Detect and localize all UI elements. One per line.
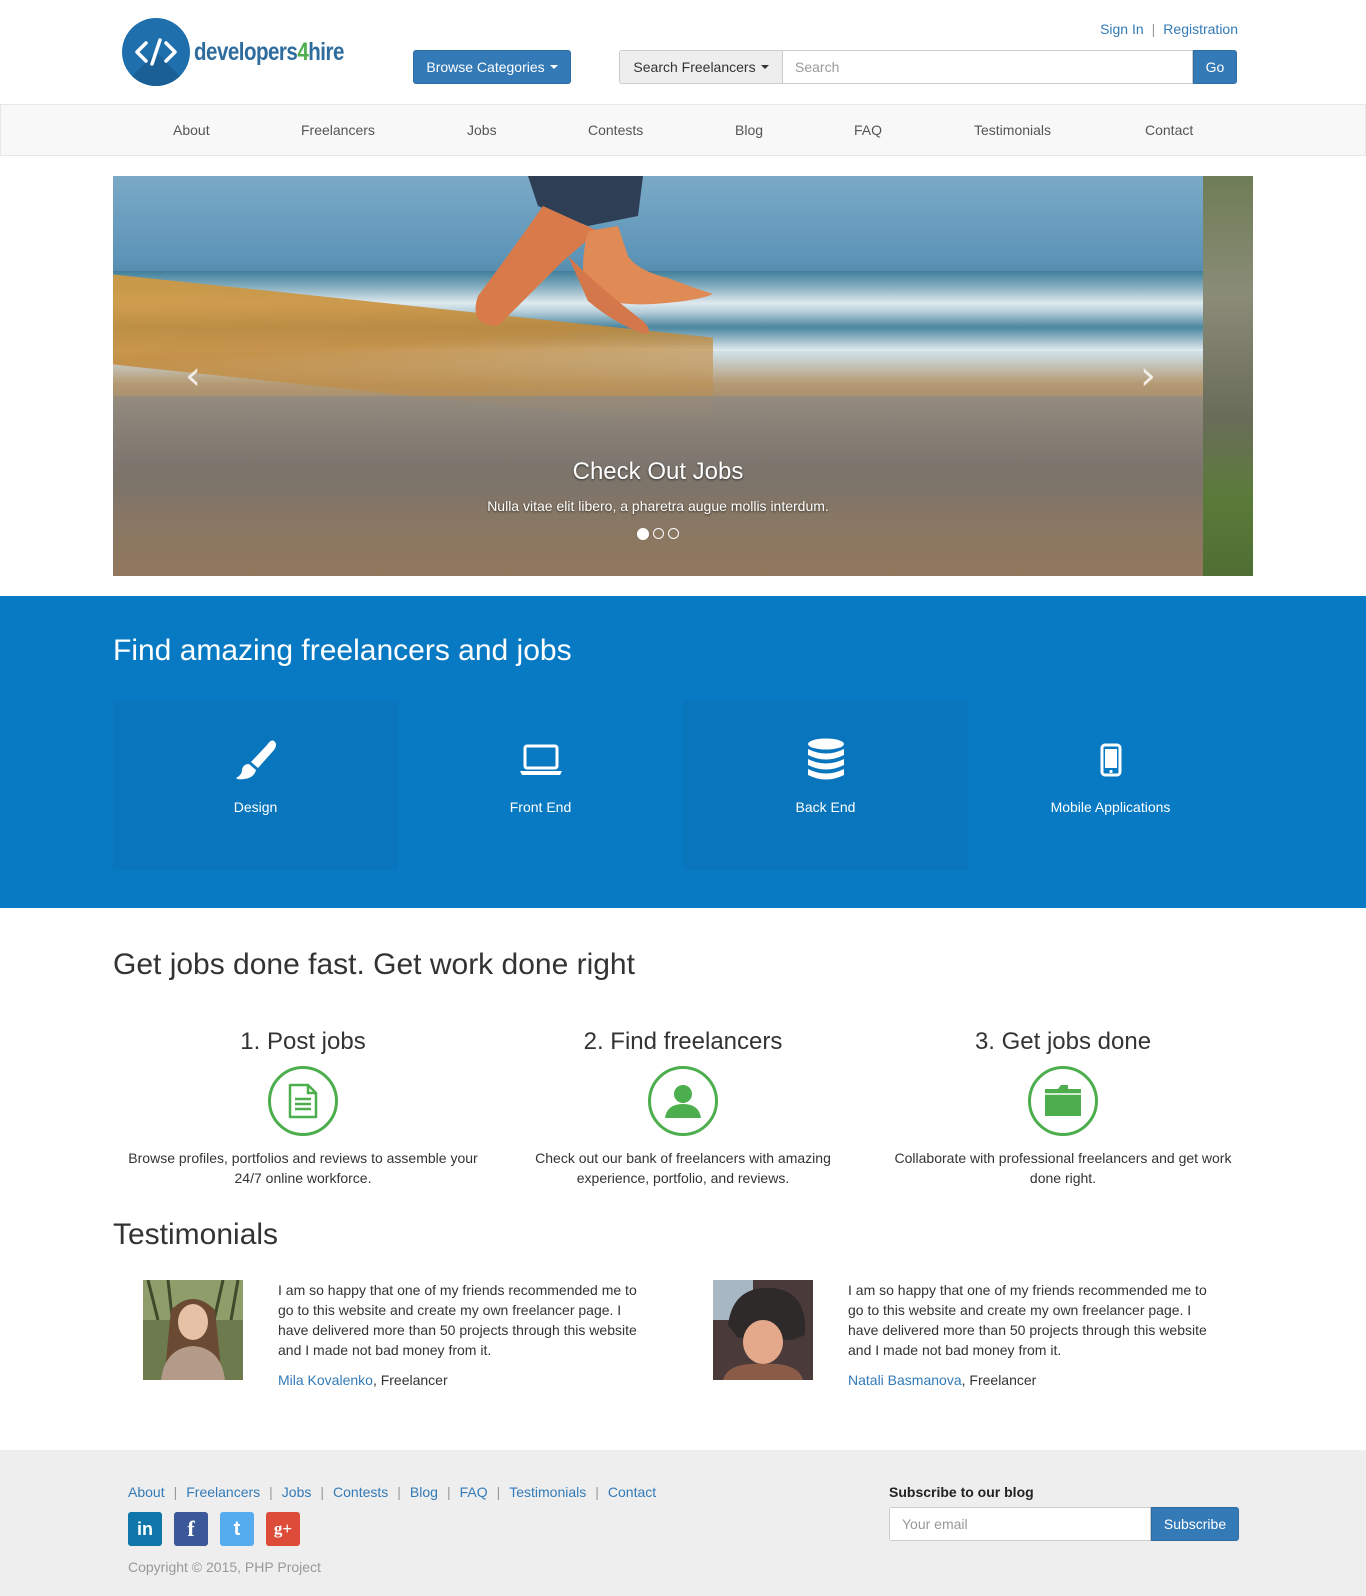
footer-link-blog[interactable]: Blog — [410, 1484, 438, 1500]
testimonial-text: I am so happy that one of my friends rec… — [848, 1282, 1207, 1358]
footer-link-jobs[interactable]: Jobs — [282, 1484, 312, 1500]
avatar — [713, 1280, 813, 1380]
nav-item-contact[interactable]: Contact — [1145, 122, 1193, 138]
footer-link-testimonials[interactable]: Testimonials — [509, 1484, 586, 1500]
search-bar: Search Freelancers Go — [619, 50, 1237, 84]
category-label: Front End — [509, 799, 572, 815]
carousel-caption-title: Check Out Jobs — [572, 458, 744, 485]
nav-item-contests[interactable]: Contests — [588, 122, 643, 138]
step-post-jobs: 1. Post jobs Browse profiles, portfolios… — [123, 1028, 483, 1188]
facebook-icon[interactable]: f — [174, 1512, 208, 1546]
nav-item-freelancers[interactable]: Freelancers — [301, 122, 375, 138]
step-text: Check out our bank of freelancers with a… — [535, 1150, 831, 1186]
sign-in-link[interactable]: Sign In — [1100, 21, 1144, 37]
user-icon — [648, 1066, 718, 1136]
copyright: Copyright © 2015, PHP Project — [128, 1559, 321, 1575]
step-text: Collaborate with professional freelancer… — [894, 1150, 1232, 1186]
nav-item-faq[interactable]: FAQ — [854, 122, 882, 138]
step-title: 1. Post jobs — [240, 1028, 366, 1055]
author-link[interactable]: Natali Basmanova — [848, 1372, 962, 1388]
step-get-jobs-done: 3. Get jobs done Collaborate with profes… — [883, 1028, 1243, 1188]
author-role: , Freelancer — [372, 1372, 448, 1388]
categories-title: Find amazing freelancers and jobs — [113, 634, 572, 667]
linkedin-icon[interactable]: in — [128, 1512, 162, 1546]
testimonial-body: I am so happy that one of my friends rec… — [278, 1280, 648, 1390]
nav-item-jobs[interactable]: Jobs — [467, 122, 497, 138]
footer-link-contests[interactable]: Contests — [333, 1484, 388, 1500]
site-footer: About | Freelancers | Jobs | Contests | Blog | FAQ… — [0, 1450, 1366, 1596]
subscribe-title: Subscribe to our blog — [889, 1484, 1034, 1500]
auth-separator: | — [1151, 21, 1156, 37]
browse-categories-label: Browse Categories — [426, 59, 545, 75]
carousel-caption-text: Nulla vitae elit libero, a pharetra augu… — [487, 498, 829, 514]
search-input[interactable] — [782, 50, 1193, 84]
site-header: developers4hire Sign In | Registration Bro… — [0, 0, 1366, 104]
document-icon — [268, 1066, 338, 1136]
nav-item-testimonials[interactable]: Testimonials — [974, 122, 1051, 138]
author-role: , Freelancer — [961, 1372, 1037, 1388]
category-mobile-applications[interactable]: Mobile Applications — [968, 700, 1253, 870]
carousel-slide-image — [113, 176, 1203, 576]
registration-link[interactable]: Registration — [1163, 21, 1238, 37]
steps-title: Get jobs done fast. Get work done right — [113, 948, 635, 981]
testimonial-body: I am so happy that one of my friends rec… — [848, 1280, 1218, 1390]
search-go-button[interactable]: Go — [1193, 50, 1237, 84]
avatar — [143, 1280, 243, 1380]
carousel-indicator-3[interactable] — [668, 528, 679, 539]
subscribe-button[interactable]: Subscribe — [1151, 1507, 1239, 1541]
auth-links: Sign In | Registration — [1100, 21, 1238, 37]
footer-link-faq[interactable]: FAQ — [460, 1484, 488, 1500]
footer-link-contact[interactable]: Contact — [608, 1484, 656, 1500]
category-label: Design — [233, 799, 278, 815]
next-slide-preview — [1203, 176, 1253, 576]
category-front-end[interactable]: Front End — [398, 700, 683, 870]
search-type-dropdown[interactable]: Search Freelancers — [619, 50, 782, 84]
step-find-freelancers: 2. Find freelancers Check out our bank o… — [503, 1028, 863, 1188]
nav-item-blog[interactable]: Blog — [735, 122, 763, 138]
carousel-prev-icon[interactable]: ‹ — [178, 356, 208, 396]
author-link[interactable]: Mila Kovalenko — [278, 1372, 373, 1388]
caret-down-icon — [760, 65, 769, 69]
category-back-end[interactable]: Back End — [683, 700, 968, 870]
carousel-indicators — [113, 528, 1203, 540]
testimonial-text: I am so happy that one of my friends rec… — [278, 1282, 637, 1358]
twitter-icon[interactable]: t — [220, 1512, 254, 1546]
hero-carousel[interactable]: ‹ › Check Out Jobs Nulla vitae elit libe… — [113, 176, 1253, 576]
site-logo[interactable]: developers4hire — [122, 18, 362, 86]
category-design[interactable]: Design — [113, 700, 398, 870]
email-field[interactable] — [889, 1507, 1151, 1541]
code-icon — [122, 18, 190, 86]
nav-item-about[interactable]: About — [173, 122, 210, 138]
carousel-indicator-1[interactable] — [637, 528, 649, 540]
footer-link-freelancers[interactable]: Freelancers — [186, 1484, 260, 1500]
testimonials-title: Testimonials — [113, 1218, 279, 1251]
carousel-next-icon[interactable]: › — [1133, 356, 1163, 396]
search-type-label: Search Freelancers — [633, 59, 756, 75]
database-icon — [807, 738, 845, 782]
subscribe-form: Subscribe — [889, 1507, 1239, 1541]
folder-icon — [1028, 1066, 1098, 1136]
step-title: 2. Find freelancers — [583, 1028, 783, 1055]
category-label: Back End — [795, 799, 856, 815]
browse-categories-button[interactable]: Browse Categories — [413, 50, 571, 84]
caret-down-icon — [549, 65, 558, 69]
main-navbar: About Freelancers Jobs Contests Blog FAQ… — [0, 104, 1366, 156]
step-title: 3. Get jobs done — [974, 1028, 1152, 1055]
social-links: in f t g+ — [128, 1512, 300, 1546]
testimonial-author: Natali Basmanova, Freelancer — [848, 1370, 1218, 1390]
brush-icon — [234, 738, 278, 782]
footer-links: About | Freelancers | Jobs | Contests | Blog | FAQ… — [128, 1484, 657, 1500]
google-plus-icon[interactable]: g+ — [266, 1512, 300, 1546]
footer-link-about[interactable]: About — [128, 1484, 165, 1500]
category-label: Mobile Applications — [1050, 799, 1171, 815]
logo-wordmark: developers4hire — [194, 37, 344, 66]
carousel-indicator-2[interactable] — [653, 528, 664, 539]
testimonial-author: Mila Kovalenko, Freelancer — [278, 1370, 648, 1390]
laptop-icon — [519, 738, 563, 782]
phone-icon — [1100, 738, 1122, 782]
step-text: Browse profiles, portfolios and reviews … — [128, 1150, 478, 1186]
categories-section: Find amazing freelancers and jobs Design… — [0, 596, 1366, 908]
